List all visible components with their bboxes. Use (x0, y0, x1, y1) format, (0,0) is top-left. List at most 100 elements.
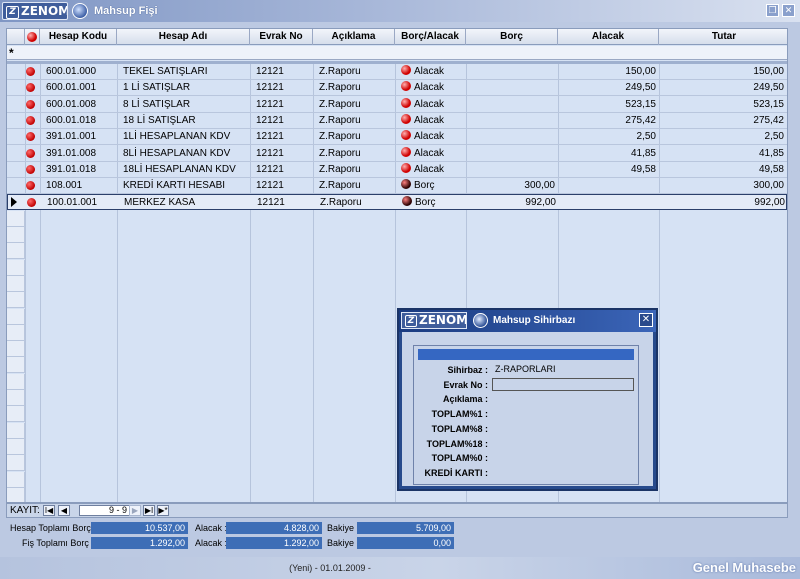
borc-cell[interactable] (466, 129, 558, 144)
table-row[interactable]: 600.01.000 TEKEL SATIŞLARI 12121 Z.Raporu Al… (7, 64, 787, 80)
tutar-cell[interactable]: 275,42 (659, 113, 787, 128)
column-aciklama[interactable]: Açıklama (313, 29, 395, 45)
hesap-adi-cell[interactable]: 18 Lİ SATIŞLAR (120, 113, 250, 128)
hesap-adi-cell[interactable]: 1Lİ HESAPLANAN KDV (120, 129, 250, 144)
aciklama-cell[interactable]: Z.Raporu (316, 129, 395, 144)
column-hesap-kodu[interactable]: Hesap Kodu (40, 29, 117, 45)
close-button[interactable]: ✕ (782, 4, 795, 17)
dialog-title-bar[interactable]: Z ZENOM Mahsup Sihirbazı ✕ (399, 310, 656, 332)
alacak-cell[interactable]: 41,85 (558, 146, 659, 161)
borc-cell[interactable]: 300,00 (466, 178, 558, 193)
alacak-cell[interactable] (559, 195, 660, 210)
evrak-no-cell[interactable]: 12121 (254, 195, 314, 210)
tutar-cell[interactable]: 2,50 (659, 129, 787, 144)
dialog-close-button[interactable]: ✕ (639, 313, 653, 327)
evrak-no-cell[interactable]: 12121 (253, 146, 313, 161)
table-row[interactable]: 391.01.008 8Lİ HESAPLANAN KDV 12121 Z.Rapor… (7, 146, 787, 162)
new-row[interactable]: * (7, 46, 787, 60)
record-position[interactable]: 9 - 9 (79, 505, 131, 516)
hesap-kodu-cell[interactable]: 600.01.008 (43, 97, 117, 112)
borc-alacak-cell[interactable]: Alacak (398, 146, 466, 161)
column-borc[interactable]: Borç (466, 29, 558, 45)
wizard-field-input[interactable] (492, 466, 634, 479)
prev-record-button[interactable]: ◀ (58, 505, 70, 516)
table-row[interactable]: 391.01.018 18Lİ HESAPLANAN KDV 12121 Z.Rapo… (7, 162, 787, 178)
borc-alacak-cell[interactable]: Borç (399, 195, 467, 210)
wizard-field-input[interactable] (492, 437, 634, 450)
alacak-cell[interactable] (558, 178, 659, 193)
borc-alacak-cell[interactable]: Alacak (398, 97, 466, 112)
evrak-no-cell[interactable]: 12121 (253, 97, 313, 112)
tutar-cell[interactable]: 49,58 (659, 162, 787, 177)
evrak-no-cell[interactable]: 12121 (253, 80, 313, 95)
borc-cell[interactable] (466, 146, 558, 161)
tutar-cell[interactable]: 523,15 (659, 97, 787, 112)
hesap-adi-cell[interactable]: KREDİ KARTI HESABI (120, 178, 250, 193)
column-borc-alacak[interactable]: Borç/Alacak (395, 29, 466, 45)
hesap-adi-cell[interactable]: 18Lİ HESAPLANAN KDV (120, 162, 250, 177)
table-row[interactable]: 600.01.001 1 Lİ SATIŞLAR 12121 Z.Raporu Alac… (7, 80, 787, 97)
tutar-cell[interactable]: 150,00 (659, 64, 787, 79)
borc-alacak-cell[interactable]: Alacak (398, 113, 466, 128)
tutar-cell[interactable]: 992,00 (660, 195, 787, 210)
table-row[interactable]: 100.01.001 MERKEZ KASA 12121 Z.Raporu Borç 99… (7, 194, 787, 211)
column-tutar[interactable]: Tutar (659, 29, 787, 45)
alacak-cell[interactable]: 49,58 (558, 162, 659, 177)
hesap-kodu-cell[interactable]: 391.01.008 (43, 146, 117, 161)
last-record-button[interactable]: ▶I (143, 505, 155, 516)
hesap-kodu-cell[interactable]: 391.01.018 (43, 162, 117, 177)
column-alacak[interactable]: Alacak (558, 29, 659, 45)
table-row[interactable]: 108.001 KREDİ KARTI HESABI 12121 Z.Raporu Bo… (7, 178, 787, 195)
hesap-kodu-cell[interactable]: 600.01.018 (43, 113, 117, 128)
wizard-field-input[interactable]: Z-RAPORLARI (492, 363, 634, 376)
borc-alacak-cell[interactable]: Borç (398, 178, 466, 193)
hesap-kodu-cell[interactable]: 100.01.001 (44, 195, 118, 210)
evrak-no-cell[interactable]: 12121 (253, 178, 313, 193)
alacak-cell[interactable]: 249,50 (558, 80, 659, 95)
hesap-kodu-cell[interactable]: 391.01.001 (43, 129, 117, 144)
column-evrak-no[interactable]: Evrak No (250, 29, 313, 45)
borc-alacak-cell[interactable]: Alacak (398, 129, 466, 144)
hesap-kodu-cell[interactable]: 600.01.001 (43, 80, 117, 95)
alacak-cell[interactable]: 2,50 (558, 129, 659, 144)
table-row[interactable]: 600.01.018 18 Lİ SATIŞLAR 12121 Z.Raporu Ala… (7, 113, 787, 129)
hesap-kodu-cell[interactable]: 600.01.000 (43, 64, 117, 79)
evrak-no-cell[interactable]: 12121 (253, 129, 313, 144)
hesap-kodu-cell[interactable]: 108.001 (43, 178, 117, 193)
hesap-adi-cell[interactable]: 1 Lİ SATIŞLAR (120, 80, 250, 95)
tutar-cell[interactable]: 249,50 (659, 80, 787, 95)
table-row[interactable]: 600.01.008 8 Lİ SATIŞLAR 12121 Z.Raporu Alac… (7, 97, 787, 113)
hesap-adi-cell[interactable]: 8 Lİ SATIŞLAR (120, 97, 250, 112)
wizard-field-input[interactable] (492, 392, 634, 405)
aciklama-cell[interactable]: Z.Raporu (316, 80, 395, 95)
alacak-cell[interactable]: 275,42 (558, 113, 659, 128)
aciklama-cell[interactable]: Z.Raporu (316, 97, 395, 112)
evrak-no-cell[interactable]: 12121 (253, 162, 313, 177)
borc-alacak-cell[interactable]: Alacak (398, 80, 466, 95)
column-hesap-adi[interactable]: Hesap Adı (117, 29, 250, 45)
aciklama-cell[interactable]: Z.Raporu (316, 64, 395, 79)
tutar-cell[interactable]: 41,85 (659, 146, 787, 161)
wizard-field-input[interactable] (492, 407, 634, 420)
evrak-no-cell[interactable]: 12121 (253, 113, 313, 128)
aciklama-cell[interactable]: Z.Raporu (316, 146, 395, 161)
hesap-adi-cell[interactable]: 8Lİ HESAPLANAN KDV (120, 146, 250, 161)
borc-cell[interactable] (466, 162, 558, 177)
borc-alacak-cell[interactable]: Alacak (398, 64, 466, 79)
wizard-field-input[interactable] (492, 377, 634, 391)
borc-cell[interactable] (466, 113, 558, 128)
restore-button[interactable]: ❐ (766, 4, 779, 17)
tutar-cell[interactable]: 300,00 (659, 178, 787, 193)
aciklama-cell[interactable]: Z.Raporu (316, 178, 395, 193)
next-record-button[interactable]: ▶ (129, 505, 141, 516)
first-record-button[interactable]: I◀ (43, 505, 55, 516)
borc-cell[interactable] (466, 64, 558, 79)
borc-alacak-cell[interactable]: Alacak (398, 162, 466, 177)
alacak-cell[interactable]: 150,00 (558, 64, 659, 79)
borc-cell[interactable] (466, 97, 558, 112)
evrak-no-cell[interactable]: 12121 (253, 64, 313, 79)
aciklama-cell[interactable]: Z.Raporu (316, 113, 395, 128)
borc-cell[interactable]: 992,00 (467, 195, 559, 210)
hesap-adi-cell[interactable]: TEKEL SATIŞLARI (120, 64, 250, 79)
wizard-field-input[interactable] (492, 422, 634, 435)
